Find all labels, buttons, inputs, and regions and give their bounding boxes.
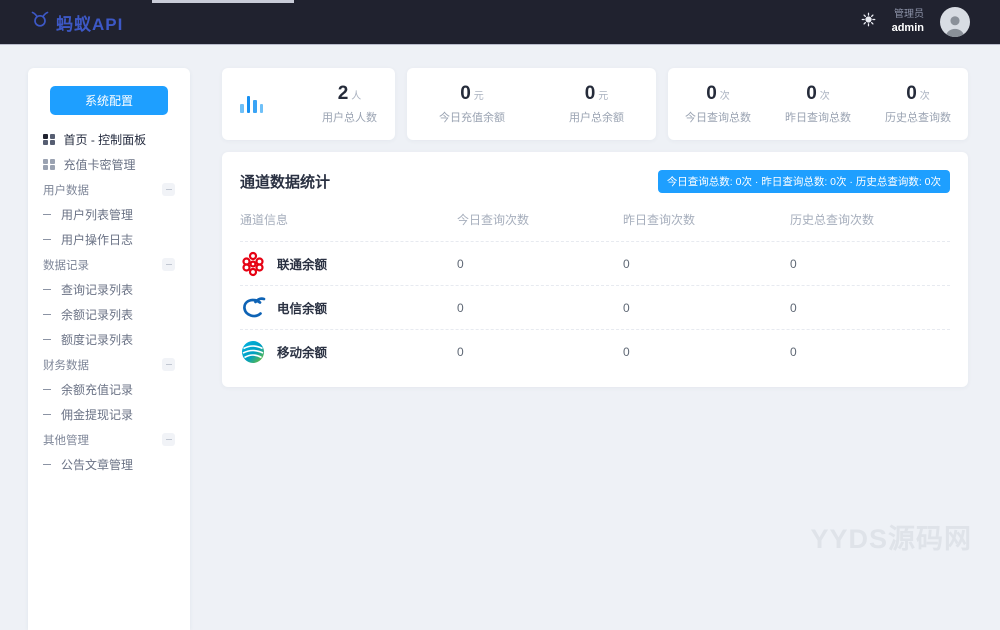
sidebar-item-balance-records[interactable]: 余额记录列表 xyxy=(28,302,190,327)
col-today-queries: 今日查询次数 xyxy=(457,213,530,227)
stat-user-balance: 0元 用户总余额 xyxy=(569,82,624,124)
top-header: 蚂蚁API 管理员 admin xyxy=(0,0,1000,45)
sidebar-item-home[interactable]: 首页 - 控制面板 xyxy=(28,127,190,152)
cell-today: 0 xyxy=(457,256,464,271)
collapse-minus-icon[interactable] xyxy=(162,358,175,371)
dashboard-grid-icon xyxy=(43,133,55,146)
channel-name: 移动余额 xyxy=(277,346,328,360)
channel-name: 电信余额 xyxy=(277,302,328,316)
ant-icon xyxy=(30,10,50,35)
table-row: 移动余额 0 0 0 xyxy=(240,329,950,373)
panel-header: 通道数据统计 今日查询总数: 0次 · 昨日查询总数: 0次 · 历史总查询数:… xyxy=(240,170,950,193)
telecom-logo-icon xyxy=(240,295,266,321)
sidebar-item-query-records[interactable]: 查询记录列表 xyxy=(28,277,190,302)
col-channel-info: 通道信息 xyxy=(240,213,289,227)
sidebar-item-recharge-records[interactable]: 余额充值记录 xyxy=(28,377,190,402)
cell-yesterday: 0 xyxy=(623,300,630,315)
card-grid-icon xyxy=(43,158,55,171)
table-header-row: 通道信息 今日查询次数 昨日查询次数 历史总查询次数 xyxy=(240,211,950,241)
dash-icon xyxy=(43,338,51,341)
cell-yesterday: 0 xyxy=(623,344,630,359)
channel-name: 联通余额 xyxy=(277,258,328,272)
collapse-minus-icon[interactable] xyxy=(162,183,175,196)
table-row: 电信余额 0 0 0 xyxy=(240,285,950,329)
top-edge-artifact xyxy=(152,0,294,3)
col-yesterday-queries: 昨日查询次数 xyxy=(623,213,696,227)
query-summary-badge: 今日查询总数: 0次 · 昨日查询总数: 0次 · 历史总查询数: 0次 xyxy=(657,170,950,193)
sidebar-group-other[interactable]: 其他管理 xyxy=(28,427,190,452)
dash-icon xyxy=(43,213,51,216)
collapse-minus-icon[interactable] xyxy=(162,433,175,446)
stat-today-recharge: 0元 今日充值余额 xyxy=(439,82,505,124)
sidebar-item-commission-withdraw[interactable]: 佣金提现记录 xyxy=(28,402,190,427)
system-config-button[interactable]: 系统配置 xyxy=(50,86,168,115)
user-name-label: admin xyxy=(891,22,924,35)
sidebar-item-user-logs[interactable]: 用户操作日志 xyxy=(28,227,190,252)
app-title: 蚂蚁API xyxy=(56,14,124,34)
dash-icon xyxy=(43,388,51,391)
card-balances: 0元 今日充值余额 0元 用户总余额 xyxy=(407,68,656,140)
collapse-minus-icon[interactable] xyxy=(162,258,175,271)
card-user-total: 2人 用户总人数 xyxy=(222,68,395,140)
panel-title: 通道数据统计 xyxy=(240,174,331,191)
stat-today-queries: 0次 今日查询总数 xyxy=(685,82,751,124)
cell-today: 0 xyxy=(457,300,464,315)
theme-toggle-icon[interactable] xyxy=(861,12,876,32)
stat-yesterday-queries: 0次 昨日查询总数 xyxy=(785,82,851,124)
stat-cards-row: 2人 用户总人数 0元 今日充值余额 0元 用户总余额 0次 今日查询总数 0次… xyxy=(222,68,968,140)
bar-chart-icon xyxy=(240,95,263,113)
cell-today: 0 xyxy=(457,344,464,359)
dash-icon xyxy=(43,413,51,416)
channel-mobile: 移动余额 xyxy=(240,339,457,365)
dash-icon xyxy=(43,288,51,291)
user-role-label: 管理员 xyxy=(894,9,924,21)
sidebar-item-card-management[interactable]: 充值卡密管理 xyxy=(28,152,190,177)
user-meta: 管理员 admin xyxy=(892,8,924,35)
cell-total: 0 xyxy=(790,344,797,359)
channel-stats-panel: 通道数据统计 今日查询总数: 0次 · 昨日查询总数: 0次 · 历史总查询数:… xyxy=(222,152,968,387)
channel-unicom: 联通余额 xyxy=(240,251,457,277)
stat-user-total: 2人 用户总人数 xyxy=(322,82,377,124)
sidebar: 系统配置 首页 - 控制面板 充值卡密管理 用户数据 用户列表管理 用户操作日志… xyxy=(28,68,190,630)
cell-yesterday: 0 xyxy=(623,256,630,271)
sidebar-item-user-list[interactable]: 用户列表管理 xyxy=(28,202,190,227)
unicom-logo-icon xyxy=(240,251,266,277)
sidebar-item-quota-records[interactable]: 额度记录列表 xyxy=(28,327,190,352)
header-user-area: 管理员 admin xyxy=(861,7,970,37)
sidebar-item-announcements[interactable]: 公告文章管理 xyxy=(28,452,190,477)
cell-total: 0 xyxy=(790,300,797,315)
card-query-counts: 0次 今日查询总数 0次 昨日查询总数 0次 历史总查询数 xyxy=(668,68,968,140)
cell-total: 0 xyxy=(790,256,797,271)
sidebar-group-data-records[interactable]: 数据记录 xyxy=(28,252,190,277)
table-row: 联通余额 0 0 0 xyxy=(240,241,950,285)
sidebar-group-user-data[interactable]: 用户数据 xyxy=(28,177,190,202)
app-logo[interactable]: 蚂蚁API xyxy=(30,10,123,35)
watermark-text: YYDS源码网 xyxy=(810,524,972,554)
sidebar-group-finance[interactable]: 财务数据 xyxy=(28,352,190,377)
col-total-queries: 历史总查询次数 xyxy=(790,213,875,227)
dash-icon xyxy=(43,238,51,241)
stat-total-queries: 0次 历史总查询数 xyxy=(885,82,951,124)
dashboard-page: 蚂蚁API 管理员 admin 系统配置 首页 - 控制面板 充值卡密管理 用户… xyxy=(0,0,1000,630)
dash-icon xyxy=(43,313,51,316)
mobile-logo-icon xyxy=(240,339,266,365)
channel-telecom: 电信余额 xyxy=(240,295,457,321)
user-avatar[interactable] xyxy=(940,7,970,37)
dash-icon xyxy=(43,463,51,466)
